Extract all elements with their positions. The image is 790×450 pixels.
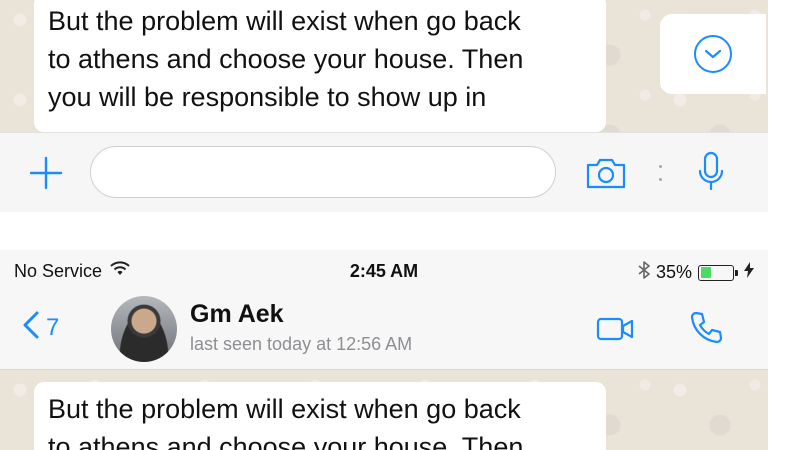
chat-background-bottom[interactable]: But the problem will exist when go back … xyxy=(0,370,768,450)
status-bar: No Service 2:45 AM 35% xyxy=(0,250,768,290)
message-bubble-top[interactable]: But the problem will exist when go back … xyxy=(34,0,606,132)
message-line: to athens and choose your house. Then xyxy=(48,44,524,74)
unread-count: 7 xyxy=(46,313,60,341)
chevron-down-circle-icon xyxy=(694,35,732,73)
message-line: But the problem will exist when go back xyxy=(48,6,521,36)
video-call-icon[interactable] xyxy=(596,314,636,344)
battery-percent: 35% xyxy=(655,262,692,282)
scroll-to-bottom-button[interactable] xyxy=(660,14,766,94)
message-bubble-bottom[interactable]: But the problem will exist when go back … xyxy=(34,382,606,450)
bluetooth-icon xyxy=(638,261,650,284)
plus-icon[interactable] xyxy=(28,155,64,191)
chat-background-top[interactable]: But the problem will exist when go back … xyxy=(0,0,768,132)
avatar[interactable] xyxy=(111,296,177,362)
divider-dots xyxy=(657,155,663,191)
charging-bolt-icon xyxy=(744,262,754,283)
chevron-left-icon xyxy=(22,310,40,345)
message-input[interactable] xyxy=(90,146,556,198)
chat-header: 7 Gm Aek last seen today at 12:56 AM xyxy=(0,290,768,370)
microphone-icon[interactable] xyxy=(696,147,726,199)
camera-icon[interactable] xyxy=(584,155,628,191)
phone-call-icon[interactable] xyxy=(688,310,724,346)
message-input-bar xyxy=(0,132,768,212)
contact-name[interactable]: Gm Aek xyxy=(190,300,284,329)
battery-icon xyxy=(698,264,738,281)
last-seen-status: last seen today at 12:56 AM xyxy=(190,334,413,354)
message-line: But the problem will exist when go back xyxy=(48,394,521,424)
message-line: you will be responsible to show up in xyxy=(48,82,487,112)
back-button[interactable]: 7 xyxy=(22,310,59,345)
message-line: to athens and choose your house. Then xyxy=(48,432,524,450)
